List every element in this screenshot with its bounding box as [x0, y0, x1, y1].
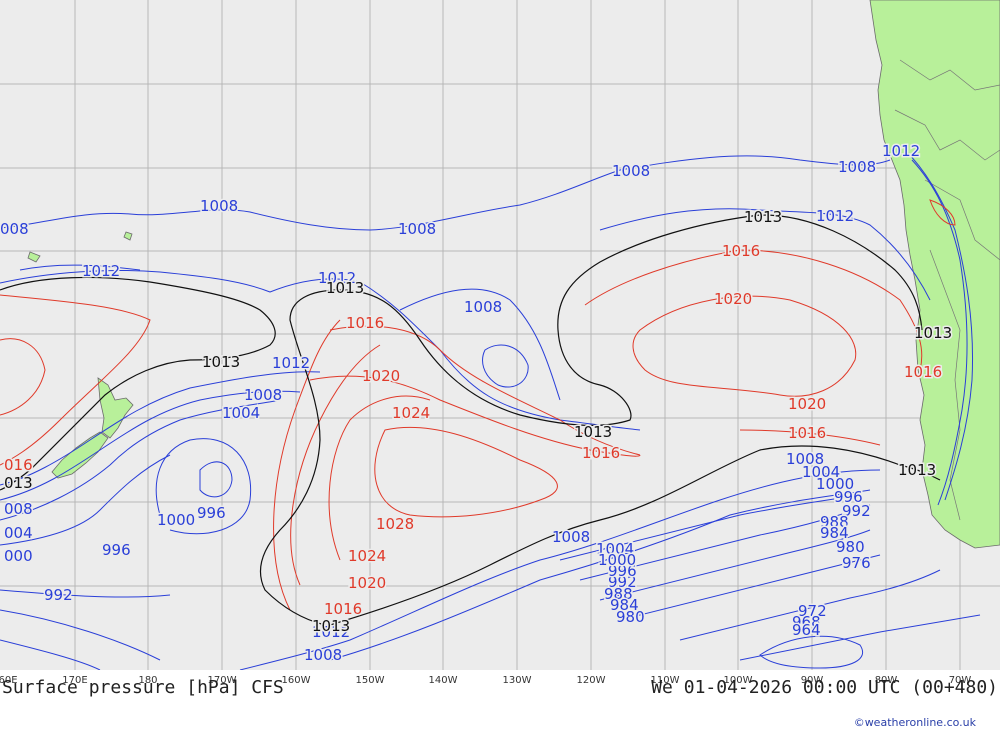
label-008-e: 008	[0, 220, 29, 238]
label-1020-b: 1020	[348, 574, 386, 592]
label-1020-c: 1020	[714, 290, 752, 308]
label-1013-c: 1013	[744, 208, 782, 226]
label-004-k: 004	[4, 524, 33, 542]
credit-link[interactable]: ©weatheronline.co.uk	[854, 716, 976, 729]
label-1004-a: 1004	[222, 404, 260, 422]
label-1008-i: 1008	[552, 528, 590, 546]
lon-label: 130W	[502, 675, 532, 686]
label-016-f: 016	[4, 456, 33, 474]
label-1016-d: 1016	[904, 363, 942, 381]
label-1028-a: 1028	[376, 515, 414, 533]
label-1013-f: 1013	[898, 461, 936, 479]
label-1020-a: 1020	[362, 367, 400, 385]
label-1024-a: 1024	[392, 404, 430, 422]
lon-label: 140W	[428, 675, 458, 686]
label-000-l: 000	[4, 547, 33, 565]
pressure-map: 1008 1008 1008 1008 008 1012 1012 1012 1…	[0, 0, 1000, 670]
label-1000-a: 1000	[157, 511, 195, 529]
label-1008-g: 1008	[244, 386, 282, 404]
valid-time: We 01-04-2026 00:00 UTC (00+480)	[651, 677, 998, 698]
label-964-a: 964	[792, 621, 821, 639]
label-1008-a: 1008	[612, 162, 650, 180]
label-1008-c: 1008	[200, 197, 238, 215]
label-1020-e: 1016	[582, 444, 620, 462]
label-992-n: 992	[44, 586, 73, 604]
map-title: Surface pressure [hPa] CFS	[2, 677, 284, 698]
label-1008-d: 1008	[398, 220, 436, 238]
label-1013-b: 1013	[202, 353, 240, 371]
label-1008-b: 1008	[838, 158, 876, 176]
label-1008-o: 1008	[304, 646, 342, 664]
label-980-v: 980	[616, 608, 645, 626]
label-1008-h: 1008	[786, 450, 824, 468]
label-1012-c: 1012	[272, 354, 310, 372]
label-1012-a: 1012	[82, 262, 120, 280]
lon-label: 120W	[576, 675, 606, 686]
label-1012-e: 1012	[882, 142, 920, 160]
lon-label: 150W	[355, 675, 385, 686]
label-1016-c: 1016	[722, 242, 760, 260]
lon-label: 160W	[281, 675, 311, 686]
label-008-j: 008	[4, 500, 33, 518]
label-996-a: 996	[197, 504, 226, 522]
label-013-g: 013	[4, 474, 33, 492]
label-1012-d: 1012	[816, 207, 854, 225]
label-1013-h: 1013	[312, 617, 350, 635]
label-1013-a: 1013	[326, 279, 364, 297]
label-976-a: 976	[842, 554, 871, 572]
label-1020-d: 1020	[788, 395, 826, 413]
label-1016-a: 1016	[346, 314, 384, 332]
label-1016-e: 1016	[788, 424, 826, 442]
label-1008-f: 1008	[464, 298, 502, 316]
label-1024-b: 1024	[348, 547, 386, 565]
label-1016-b: 1016	[324, 600, 362, 618]
